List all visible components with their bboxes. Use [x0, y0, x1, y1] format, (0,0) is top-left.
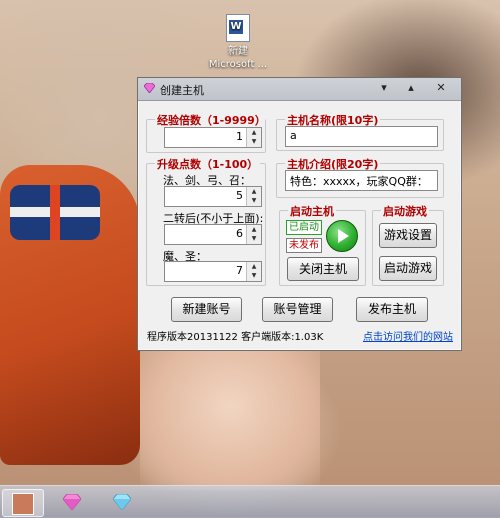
title-bar[interactable]: 创建主机 ▾ ▴ ✕ [138, 78, 461, 101]
exp-value: 1 [236, 130, 243, 143]
desktop-icon-label-2: Microsoft ... [208, 59, 268, 70]
magic-points-value: 7 [236, 264, 243, 277]
version-text: 程序版本20131122 客户端版本:1.03K [147, 332, 324, 343]
magic-points-stepper[interactable]: 7 ▲ ▼ [164, 261, 262, 282]
account-manage-button[interactable]: 账号管理 [262, 297, 333, 322]
publish-host-button[interactable]: 发布主机 [356, 297, 428, 322]
new-account-button[interactable]: 新建账号 [171, 297, 242, 322]
host-name-group: 主机名称(限10字) a [276, 112, 444, 151]
host-name-input[interactable]: a [285, 126, 438, 147]
rebirth-points-value: 6 [236, 227, 243, 240]
diamond-icon [144, 83, 155, 93]
desktop-icon-word-doc[interactable]: 新建 Microsoft ... [206, 14, 270, 71]
launch-game-button[interactable]: 启动游戏 [379, 256, 437, 281]
start-game-label: 启动游戏 [381, 203, 429, 219]
class-points-stepper[interactable]: 5 ▲ ▼ [164, 186, 262, 207]
start-host-label: 启动主机 [288, 203, 336, 219]
upgrade-points-label: 升级点数（1-100） [155, 156, 261, 172]
pink-diamond-icon [63, 494, 81, 510]
wallpaper-hand [140, 350, 320, 490]
host-started-status: 已启动 [286, 220, 322, 235]
exp-stepper[interactable]: 1 ▲ ▼ [164, 127, 262, 148]
close-button[interactable]: ✕ [430, 80, 452, 96]
exp-stepper-arrows[interactable]: ▲ ▼ [246, 128, 261, 147]
upgrade-points-group: 升级点数（1-100） 法、剑、弓、召： 5 ▲ ▼ 二转后(不小于上面): 6 … [146, 156, 266, 286]
game-settings-button[interactable]: 游戏设置 [379, 223, 437, 248]
magic-points-arrows[interactable]: ▲ ▼ [246, 262, 261, 281]
start-game-group: 启动游戏 游戏设置 启动游戏 [372, 203, 444, 286]
exp-group: 经验倍数（1-9999） 1 ▲ ▼ [146, 112, 266, 153]
close-host-button[interactable]: 关闭主机 [287, 257, 359, 281]
taskbar-item-blue-gem[interactable] [102, 489, 142, 515]
rebirth-points-stepper[interactable]: 6 ▲ ▼ [164, 224, 262, 245]
host-unpublished-status: 未发布 [286, 238, 322, 253]
website-link[interactable]: 点击访问我们的网站 [363, 328, 453, 343]
class-points-value: 5 [236, 189, 243, 202]
class-points-arrows[interactable]: ▲ ▼ [246, 187, 261, 206]
start-host-group: 启动主机 已启动 未发布 关闭主机 [279, 203, 366, 286]
create-host-window: 创建主机 ▾ ▴ ✕ 经验倍数（1-9999） 1 ▲ ▼ 升级点数（1-100）… [137, 77, 462, 351]
word-document-icon [226, 14, 250, 42]
window-title: 创建主机 [160, 84, 204, 97]
exp-label: 经验倍数（1-9999） [155, 112, 266, 128]
host-intro-input[interactable]: 特色：xxxxx，玩家QQ群： [285, 170, 438, 191]
rebirth-points-arrows[interactable]: ▲ ▼ [246, 225, 261, 244]
wallpaper-car [0, 165, 140, 465]
desktop-icon-label-1: 新建 [228, 46, 248, 57]
blue-diamond-icon [113, 494, 131, 510]
taskbar-item-pink-gem[interactable] [52, 489, 92, 515]
host-intro-group: 主机介绍(限20字) 特色：xxxxx，玩家QQ群： [276, 156, 444, 198]
taskbar-item-photo[interactable] [2, 489, 44, 517]
start-host-play-icon[interactable] [326, 220, 358, 252]
minimize-button[interactable]: ▾ [373, 80, 395, 96]
photo-icon [12, 493, 34, 515]
taskbar [0, 485, 500, 518]
restore-button[interactable]: ▴ [400, 80, 422, 96]
